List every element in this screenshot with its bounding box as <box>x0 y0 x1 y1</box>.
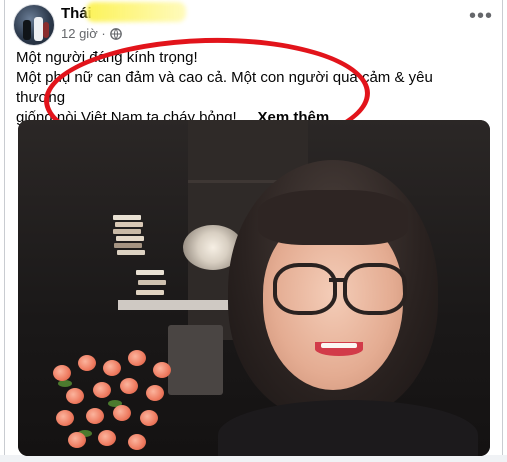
person <box>218 160 478 456</box>
rose <box>120 378 138 394</box>
more-options-icon[interactable]: ••• <box>469 6 493 26</box>
rose <box>128 350 146 366</box>
post-meta: 12 giờ · <box>61 26 122 41</box>
globe-icon <box>109 27 122 40</box>
bangs <box>258 190 408 245</box>
rose <box>68 432 86 448</box>
name-redaction-highlight <box>86 2 186 22</box>
book <box>136 270 164 275</box>
rose <box>140 410 158 426</box>
rose <box>103 360 121 376</box>
book <box>138 280 166 285</box>
book <box>116 236 144 241</box>
glasses-bridge <box>329 278 347 282</box>
rose <box>93 382 111 398</box>
rose <box>113 405 131 421</box>
book <box>136 290 164 295</box>
book <box>113 215 141 220</box>
rose <box>66 388 84 404</box>
leaf <box>58 380 72 387</box>
rose <box>98 430 116 446</box>
avatar-figure <box>43 22 49 38</box>
shoulders <box>218 400 478 456</box>
glasses-lens <box>273 263 337 315</box>
book <box>115 222 143 227</box>
rose <box>128 434 146 450</box>
book <box>113 229 141 234</box>
avatar-figure <box>23 20 31 40</box>
rose <box>53 365 71 381</box>
glasses-lens <box>343 263 407 315</box>
rose <box>146 385 164 401</box>
rose-bouquet <box>48 350 188 456</box>
post-timestamp[interactable]: 12 giờ · <box>61 26 106 41</box>
teeth <box>321 343 357 348</box>
book <box>117 250 145 255</box>
rose <box>153 362 171 378</box>
avatar[interactable] <box>13 4 55 46</box>
rose <box>56 410 74 426</box>
feed-background <box>0 455 507 462</box>
rose <box>78 355 96 371</box>
book <box>114 243 142 248</box>
post-photo[interactable] <box>18 120 490 456</box>
avatar-figure <box>34 17 43 41</box>
rose <box>86 408 104 424</box>
